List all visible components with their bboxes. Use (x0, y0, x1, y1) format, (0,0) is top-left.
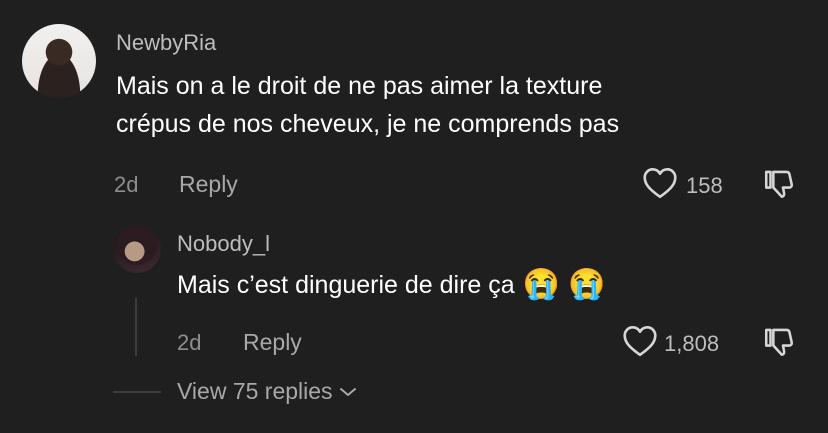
thread-line (135, 298, 137, 356)
comment-like-count: 158 (686, 173, 723, 198)
heart-outline-icon[interactable] (642, 167, 678, 199)
view-replies-divider (113, 391, 161, 393)
crying-emoji: 😭 (522, 268, 561, 301)
reply-age: 2d (177, 330, 202, 355)
reply-like-count: 1,808 (664, 331, 720, 356)
comment-reply-button[interactable]: Reply (179, 171, 238, 198)
comment-text-line-1: Mais on a le droit de ne pas aimer la te… (116, 72, 603, 100)
view-replies-label: View 75 replies (177, 378, 333, 404)
reply-reply-button[interactable]: Reply (243, 329, 302, 356)
comment-text-line-2: crépus de nos cheveux, je ne comprends p… (116, 110, 620, 138)
view-replies-button[interactable]: View 75 replies (177, 378, 357, 405)
reply-text-row: Mais c’est dinguerie de dire ça 😭 😭 (177, 266, 605, 304)
reply-avatar[interactable] (113, 225, 161, 273)
chevron-down-icon (339, 386, 357, 398)
thumbs-down-icon[interactable] (762, 167, 796, 201)
crying-emoji: 😭 (568, 268, 606, 301)
heart-outline-icon[interactable] (622, 325, 658, 357)
thumbs-down-icon[interactable] (762, 325, 796, 359)
reply-text: Mais c’est dinguerie de dire ça (177, 271, 515, 299)
comment-age: 2d (114, 172, 139, 197)
reply-username[interactable]: Nobody_l (177, 231, 270, 257)
comment-text: Mais on a le droit de ne pas aimer la te… (116, 67, 619, 143)
comment-username[interactable]: NewbyRia (116, 30, 216, 56)
commenter-avatar[interactable] (22, 24, 96, 98)
